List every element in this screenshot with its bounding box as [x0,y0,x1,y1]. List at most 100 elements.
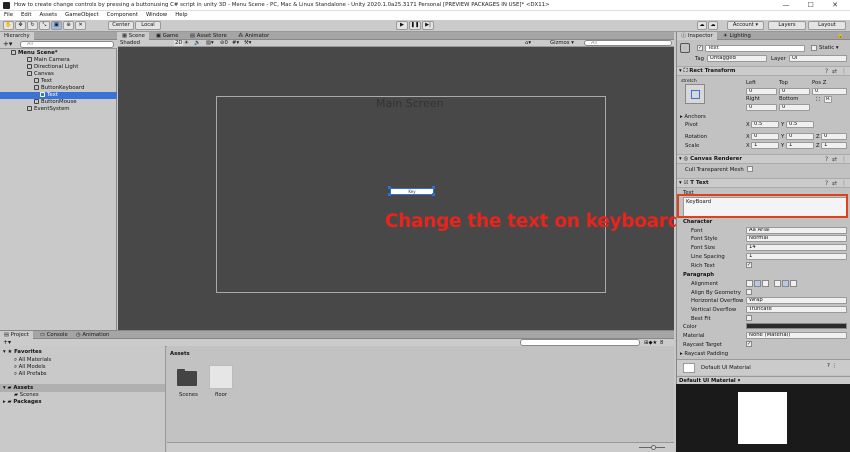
scene-root[interactable]: Menu Scene* [11,50,58,57]
color-swatch[interactable] [746,323,847,329]
layer-dropdown[interactable]: UI [789,55,847,62]
tab-console[interactable]: ▭ Console [36,331,72,339]
assets-folder[interactable]: ▾ ▰ Assets [3,385,33,391]
horizontal-overflow-dropdown[interactable]: Wrap [746,297,847,304]
rect-handle[interactable] [388,186,391,189]
tools-icon[interactable]: ⚒▾ [244,40,251,46]
move-tool-icon[interactable]: ✥ [15,21,26,30]
raycast-target-checkbox[interactable]: ✓ [746,341,752,347]
pivot-center-toggle[interactable]: Center [108,21,134,30]
project-search-input[interactable] [520,339,640,346]
hierarchy-item-buttonmouse[interactable]: ButtonMouse [34,99,77,106]
hierarchy-item-eventsystem[interactable]: EventSystem [27,106,70,113]
raycast-padding-foldout[interactable]: ▸ Raycast Padding [680,351,728,357]
hidden-objects-icon[interactable]: ⊘0 [220,40,228,46]
favorites-folder[interactable]: ▾ ★ Favorites [3,349,42,355]
preview-header[interactable]: Default UI Material ▾ [677,376,850,384]
scale-y-field[interactable]: 1 [786,142,814,149]
gizmos-dropdown[interactable]: Gizmos ▾ [550,40,574,46]
tab-animator[interactable]: ⁂ Animator [234,32,273,40]
lighting-icon[interactable]: ☀ [184,40,189,46]
menu-edit[interactable]: Edit [21,12,31,18]
rotation-y-field[interactable]: 0 [786,133,814,140]
rotation-z-field[interactable]: 0 [821,133,847,140]
add-icon[interactable]: +▾ [3,40,12,48]
bottom-field[interactable]: 0 [779,104,810,111]
align-right-icon[interactable] [762,280,769,287]
left-field[interactable]: 0 [746,88,777,95]
cloud-icon[interactable]: ☁ [708,21,718,30]
active-checkbox[interactable]: ✓ [697,45,703,51]
folder-icon[interactable] [175,367,199,391]
menu-window[interactable]: Window [146,12,167,18]
hierarchy-item-text[interactable]: Text [34,78,52,85]
scale-tool-icon[interactable]: ⤡ [39,21,50,30]
hierarchy-item-main-camera[interactable]: Main Camera [27,57,70,64]
menu-gameobject[interactable]: GameObject [65,12,99,18]
vertical-overflow-dropdown[interactable]: Truncate [746,306,847,313]
hierarchy-search-input[interactable]: All [20,41,114,48]
rotate-tool-icon[interactable]: ↻ [27,21,38,30]
component-menu-icon[interactable]: ? ⇄ ⋮ [825,156,848,163]
effects-icon[interactable]: ▨▾ [206,40,214,46]
tab-game[interactable]: ▣ Game [152,32,182,40]
collab-icon[interactable]: ☁ [697,21,707,30]
pivot-y-field[interactable]: 0.5 [786,121,814,128]
menu-component[interactable]: Component [107,12,138,18]
material-field[interactable]: None (Material) [746,332,847,339]
anchor-presets-icon[interactable] [685,84,705,104]
hierarchy-item-buttonkeyboard[interactable]: ButtonKeyboard [34,85,84,92]
align-middle-icon[interactable] [782,280,789,287]
align-top-icon[interactable] [774,280,781,287]
audio-icon[interactable]: 🔈 [194,40,201,46]
right-field[interactable]: 0 [746,104,777,111]
play-icon[interactable]: ▶ [396,21,408,30]
line-spacing-field[interactable]: 1 [746,253,847,260]
tab-project[interactable]: ▤ Project [0,331,33,339]
scale-x-field[interactable]: 1 [751,142,779,149]
cull-mesh-checkbox[interactable] [747,166,753,172]
step-icon[interactable]: ▶| [422,21,434,30]
hand-tool-icon[interactable]: ✋ [3,21,14,30]
blueprint-mode-icon[interactable]: ⛶ [816,97,820,104]
create-icon[interactable]: +▾ [3,339,11,346]
component-menu-icon[interactable]: ? ⋮ [827,363,837,369]
tab-asset-store[interactable]: ▤ Asset Store [186,32,231,40]
component-menu-icon[interactable]: ? ⇄ ⋮ [825,180,848,187]
posz-field[interactable]: 0 [812,88,847,95]
static-checkbox[interactable] [811,45,817,51]
align-center-icon[interactable] [754,280,761,287]
scenes-folder[interactable]: ▰ Scenes [14,392,39,398]
rotation-x-field[interactable]: 0 [751,133,779,140]
rect-tool-icon[interactable]: ▣ [51,21,62,30]
fav-all-materials[interactable]: ⌕ All Materials [14,357,51,364]
layout-dropdown[interactable]: Layout [808,21,846,30]
transform-tool-icon[interactable]: ⊕ [63,21,74,30]
hierarchy-item-directional-light[interactable]: Directional Light [27,64,78,71]
tab-animation[interactable]: ◷ Animation [72,331,113,339]
keyboard-button-preview[interactable]: Key [390,188,434,195]
tab-inspector[interactable]: ⓘ Inspector [677,32,717,40]
hierarchy-item-canvas[interactable]: Canvas [27,71,54,78]
floor-texture-icon[interactable] [209,365,233,389]
raw-edit-button[interactable]: R [824,96,832,103]
menu-help[interactable]: Help [175,12,187,18]
fav-all-prefabs[interactable]: ⌕ All Prefabs [14,371,47,378]
align-geometry-checkbox[interactable] [746,289,752,295]
pause-icon[interactable]: ❚❚ [409,21,421,30]
account-dropdown[interactable]: Account ▾ [727,21,764,30]
align-left-icon[interactable] [746,280,753,287]
menu-file[interactable]: File [4,12,13,18]
grid-icon[interactable]: #▾ [232,40,239,46]
font-size-field[interactable]: 14 [746,244,847,251]
rect-handle[interactable] [432,193,435,196]
scene-search-input[interactable]: All [584,40,672,46]
lock-icon[interactable]: 🔒 [837,33,844,39]
packages-folder[interactable]: ▸ ▰ Packages [3,399,42,405]
scale-z-field[interactable]: 1 [821,142,847,149]
2d-toggle[interactable]: 2D [174,40,184,46]
font-field[interactable]: Aa Arial [746,227,847,234]
object-name-field[interactable]: Text [705,45,805,52]
layers-dropdown[interactable]: Layers [768,21,806,30]
slider-thumb[interactable] [651,445,656,450]
